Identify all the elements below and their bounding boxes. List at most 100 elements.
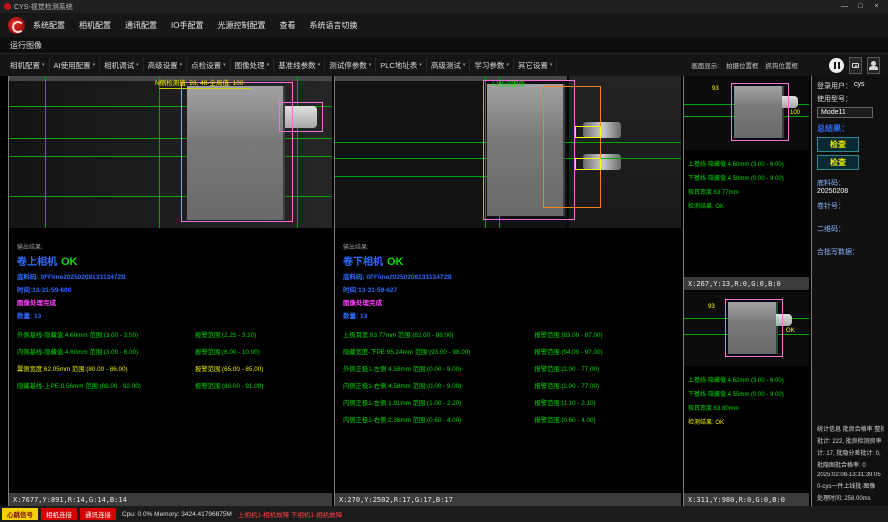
app-logo bbox=[8, 17, 25, 34]
camera-lock-button[interactable] bbox=[849, 57, 862, 74]
roi-rect-yellow bbox=[575, 126, 601, 138]
toolbar-item-label: 其它设置 bbox=[518, 60, 548, 71]
minimize-button[interactable]: — bbox=[837, 1, 852, 12]
stats-line: 计: 17, 批隐分差批计: 0, bbox=[817, 448, 884, 457]
menubar: 系统配置 相机配置 通讯配置 IO手配置 光源控制配置 查看 系统语言切换 bbox=[0, 13, 888, 37]
menu-item[interactable]: 光源控制配置 bbox=[217, 20, 265, 31]
info-sidebar: 登录用户： cys 使用型号： Mode11 总结果： 检查检查 底料码： 20… bbox=[811, 76, 888, 506]
preview-line: 检测结果: OK bbox=[688, 417, 805, 426]
time-line: 时间:13-31-59-600 bbox=[17, 284, 324, 294]
stats-line: 2025:02:08-13:31:39:05 bbox=[817, 472, 884, 478]
toolbar-item[interactable]: 图像处理▾ bbox=[231, 58, 275, 73]
measurement-text: 内侧正极1-右侧:2.36mm 范围:(0.60 - 4.00) bbox=[343, 415, 534, 424]
menu-item[interactable]: 通讯配置 bbox=[125, 20, 157, 31]
measurement-row: 外侧基线-隐藏值:4.60mm 范围:(3.00 - 3.50) 报警范围:(2… bbox=[17, 330, 324, 339]
measurement-text: 翼侧宽度:62.05mm 范围:(80.00 - 86.00) bbox=[17, 364, 195, 373]
field-label: 底料码： bbox=[817, 178, 884, 188]
preview-image-1[interactable]: 93 100 bbox=[684, 76, 809, 150]
value-tag: OK bbox=[786, 328, 795, 334]
toolbar-item-label: 图像处理 bbox=[235, 60, 265, 71]
overlay-option[interactable]: 抓钩位置框 bbox=[766, 60, 799, 70]
menu-item[interactable]: 查看 bbox=[279, 20, 295, 31]
preview-line: 上基线-隐藏值:4.62mm (3.00 - 6.00) bbox=[688, 375, 805, 384]
preview-line: 极耳宽度:63.77mm bbox=[688, 187, 805, 196]
toolbar-item[interactable]: 测试停参数▾ bbox=[325, 58, 376, 73]
result-note: 输出结果: bbox=[17, 242, 324, 251]
roi-rect-pink bbox=[181, 82, 293, 222]
toolbar-item[interactable]: 点检设置▾ bbox=[187, 58, 231, 73]
stats-line: 批隐图批合格率: 0 bbox=[817, 460, 884, 469]
preview2-lines: 上基线-隐藏值:4.62mm (3.00 - 6.00)下基线-隐藏值:4.55… bbox=[684, 366, 809, 493]
right-camera-results: 输出结果: 卷下相机 OK 底料码: 0FFIine20250208133134… bbox=[335, 228, 681, 493]
toolbar-item[interactable]: PLC地址表▾ bbox=[376, 58, 427, 73]
caret-down-icon: ▾ bbox=[93, 62, 96, 68]
field-label: 二维码： bbox=[817, 224, 884, 234]
status-bar: 心跳信号相机连接通讯连接 Cpu: 0.0% Memory: 3424.4179… bbox=[0, 506, 888, 522]
roi-rect-yellow bbox=[575, 158, 601, 170]
right-camera-image[interactable]: A1检测图像 bbox=[335, 76, 681, 228]
toolbar-item[interactable]: 基准线参数▾ bbox=[274, 58, 325, 73]
preview-image-2[interactable]: 93 OK bbox=[684, 292, 809, 366]
preview1-coordinates-bar: X:267,Y:13,R:0,G:0,B:0 bbox=[684, 277, 809, 290]
model-select[interactable]: Mode11 bbox=[817, 107, 873, 118]
toolbar-item-label: 测试停参数 bbox=[329, 60, 367, 71]
left-measurement-list: 外侧基线-隐藏值:4.60mm 范围:(3.00 - 3.50) 报警范围:(2… bbox=[17, 330, 324, 390]
tab-run-image[interactable]: 运行图像 bbox=[10, 40, 42, 51]
roi-rect-pink bbox=[731, 83, 789, 141]
toolbar-item[interactable]: 高级设置▾ bbox=[144, 58, 188, 73]
toolbar-item[interactable]: 学习参数▾ bbox=[470, 58, 514, 73]
window-controls: — □ × bbox=[837, 1, 884, 12]
roi-rect-pink-small bbox=[279, 102, 323, 132]
maximize-button[interactable]: □ bbox=[853, 1, 868, 12]
measurement-alarm: 报警范围:(2.00 - 77.00) bbox=[534, 364, 673, 373]
sidebar-fields: 底料码： 20250208 卷针号： 二维码： 合批写数据： bbox=[817, 178, 884, 270]
right-camera-panel: A1检测图像 输出结果: 卷下相机 OK 底料码: 0FFIine2025020… bbox=[334, 76, 681, 506]
tab-row: 运行图像 bbox=[0, 37, 888, 54]
value-tag: 93 bbox=[712, 86, 719, 92]
measurement-alarm: 报警范围:(6.00 - 10.00) bbox=[195, 347, 324, 356]
barcode-line: 底料码: 0FFIine2025020813313472B bbox=[17, 271, 324, 281]
field-value bbox=[817, 234, 884, 242]
sidebar-field: 底料码： 20250208 bbox=[817, 178, 884, 196]
pause-button[interactable] bbox=[829, 58, 844, 73]
menu-item[interactable]: 相机配置 bbox=[79, 20, 111, 31]
measurement-row: 外侧正极1-左侧:4.58mm 范围:(0.00 - 9.00) 报警范围:(2… bbox=[343, 364, 673, 373]
user-value: cys bbox=[854, 81, 865, 91]
camera-name: 卷下相机 bbox=[343, 253, 383, 268]
close-button[interactable]: × bbox=[869, 1, 884, 12]
toolbar-item[interactable]: 高级测试▾ bbox=[427, 58, 471, 73]
toolbar-item[interactable]: 相机配置▾ bbox=[6, 58, 50, 73]
measurement-alarm: 报警范围:(89.00 - 91.00) bbox=[195, 381, 324, 390]
menu-item[interactable]: 系统语言切换 bbox=[309, 20, 357, 31]
user-lock-button[interactable] bbox=[867, 57, 880, 74]
caret-down-icon: ▾ bbox=[42, 62, 45, 68]
main-area: N侧检测值: 93, 48-全局值: 100 输出结果: 卷上相机 OK 底料码… bbox=[0, 76, 888, 506]
toolbar-item[interactable]: AI使用配置▾ bbox=[50, 58, 101, 73]
menu-item[interactable]: IO手配置 bbox=[171, 20, 203, 31]
measurement-alarm: 报警范围:(1.10 - 2.10) bbox=[534, 398, 673, 407]
measurement-alarm: 报警范围:(83.00 - 87.00) bbox=[534, 330, 673, 339]
preview-column: 93 100 上基线-隐藏值:4.60mm (3.00 - 6.00)下基线-隐… bbox=[683, 76, 809, 506]
result-ok-badge: OK bbox=[387, 256, 404, 268]
toolbar-item[interactable]: 其它设置▾ bbox=[514, 58, 558, 73]
roi-value-label: N侧检测值: 93, 48-全局值: 100 bbox=[155, 77, 244, 87]
measurement-text: 外侧基线-隐藏值:4.60mm 范围:(3.00 - 3.50) bbox=[17, 330, 195, 339]
menu-item[interactable]: 系统配置 bbox=[33, 20, 65, 31]
overlay-option[interactable]: 拍摄位置框 bbox=[726, 60, 759, 70]
guide-line-v bbox=[45, 76, 46, 228]
total-result-label: 总结果： bbox=[817, 123, 884, 134]
left-camera-image[interactable]: N侧检测值: 93, 48-全局值: 100 bbox=[9, 76, 332, 228]
toolbar-item[interactable]: 相机调试▾ bbox=[100, 58, 144, 73]
left-camera-results: 输出结果: 卷上相机 OK 底料码: 0FFIine20250208133134… bbox=[9, 228, 332, 493]
guide-line-v bbox=[159, 76, 160, 228]
process-status-line: 图像处理完成 bbox=[17, 297, 324, 307]
user-icon bbox=[871, 61, 876, 66]
measure-line-yellow bbox=[159, 88, 251, 89]
camera-error-text: 上相机1-相机故障 下相机1-相机故障 bbox=[238, 509, 342, 519]
statistics-block: 统计信息 批良合格率 整批合格率批计: 222, 批良检测良率计: 17, 批隐… bbox=[817, 421, 884, 504]
status-chip: 相机连接 bbox=[41, 508, 77, 520]
sidebar-field: 二维码： bbox=[817, 224, 884, 242]
caret-down-icon: ▾ bbox=[318, 62, 321, 68]
right-measurement-list: 上极耳宽:63.77mm 范围:(82.00 - 88.00) 报警范围:(83… bbox=[343, 330, 673, 424]
preview-line: 下基线-隐藏值:4.58mm (0.00 - 9.00) bbox=[688, 173, 805, 182]
